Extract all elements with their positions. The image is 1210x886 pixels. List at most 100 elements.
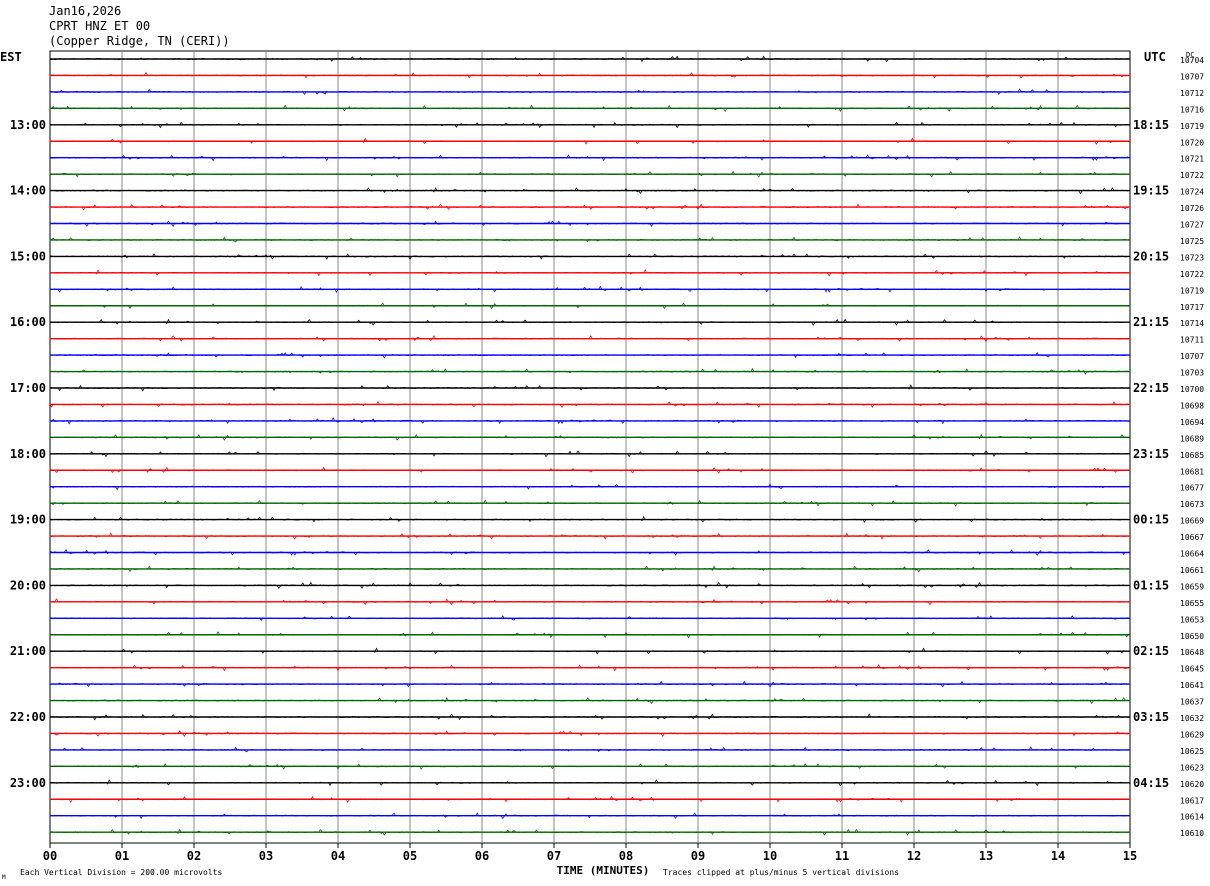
x-tick-label: 15 bbox=[1123, 849, 1137, 863]
dc-value: 10726 bbox=[1180, 204, 1204, 213]
dc-value: 10716 bbox=[1180, 105, 1204, 114]
seismic-traces bbox=[49, 55, 1130, 836]
right-time-label: 03:15 bbox=[1133, 710, 1169, 724]
dc-value: 10707 bbox=[1180, 72, 1204, 81]
dc-value: 10655 bbox=[1180, 599, 1204, 608]
trace-noise bbox=[49, 220, 1129, 228]
trace-noise bbox=[49, 170, 1129, 178]
dc-value: 10667 bbox=[1180, 533, 1204, 542]
right-time-label: 22:15 bbox=[1133, 381, 1169, 395]
dc-value: 10669 bbox=[1180, 517, 1204, 526]
x-axis-label: TIME (MINUTES) bbox=[557, 864, 650, 877]
dc-value: 10721 bbox=[1180, 155, 1204, 164]
dc-value: 10620 bbox=[1180, 780, 1204, 789]
x-tick-label: 01 bbox=[115, 849, 129, 863]
dc-value: 10722 bbox=[1180, 171, 1204, 180]
dc-value: 10727 bbox=[1180, 221, 1204, 230]
dc-value: 10722 bbox=[1180, 270, 1204, 279]
dc-value: 10664 bbox=[1180, 550, 1204, 559]
right-time-label: 00:15 bbox=[1133, 513, 1169, 527]
dc-value: 10673 bbox=[1180, 500, 1204, 509]
x-tick-label: 14 bbox=[1051, 849, 1065, 863]
dc-value: 10645 bbox=[1180, 665, 1204, 674]
left-time-label: 20:00 bbox=[10, 578, 46, 592]
dc-value: 10689 bbox=[1180, 434, 1204, 443]
left-time-label: 14:00 bbox=[10, 184, 46, 198]
trace-noise bbox=[49, 565, 1129, 573]
dc-value: 10648 bbox=[1180, 648, 1204, 657]
x-tick-label: 07 bbox=[547, 849, 561, 863]
right-time-label: 21:15 bbox=[1133, 315, 1169, 329]
left-time-label: 19:00 bbox=[10, 513, 46, 527]
trace-noise bbox=[49, 335, 1129, 343]
dc-value: 10632 bbox=[1180, 714, 1204, 723]
dc-value: 10617 bbox=[1180, 796, 1204, 805]
left-time-label: 16:00 bbox=[10, 315, 46, 329]
x-tick-label: 12 bbox=[907, 849, 921, 863]
dc-value: 10677 bbox=[1180, 484, 1204, 493]
dc-value: 10653 bbox=[1180, 615, 1204, 624]
clip-note: Traces clipped at plus/minus 5 vertical … bbox=[663, 868, 899, 877]
x-tick-label: 06 bbox=[475, 849, 489, 863]
helicorder-plot: 00 01 02 03 04 05 06 07 08 09 10 11 12 13 14 1510704107… bbox=[0, 50, 1204, 881]
x-tick-label: 00 bbox=[43, 849, 57, 863]
right-time-label: 18:15 bbox=[1133, 118, 1169, 132]
dc-value: 10698 bbox=[1180, 401, 1204, 410]
dc-value: 10717 bbox=[1180, 303, 1204, 312]
dc-value: 10720 bbox=[1180, 138, 1204, 147]
dc-value: 10637 bbox=[1180, 698, 1204, 707]
dc-value: 10711 bbox=[1180, 336, 1204, 345]
dc-value: 10681 bbox=[1180, 467, 1204, 476]
left-time-label: 13:00 bbox=[10, 118, 46, 132]
dc-value: 10685 bbox=[1180, 451, 1204, 460]
trace-noise bbox=[49, 71, 1129, 79]
x-tick-label: 03 bbox=[259, 849, 273, 863]
dc-value: 10723 bbox=[1180, 253, 1204, 262]
dc-value: 10719 bbox=[1180, 122, 1204, 131]
right-time-label: 04:15 bbox=[1133, 776, 1169, 790]
trace-noise bbox=[49, 384, 1129, 392]
est-label: EST bbox=[0, 50, 22, 64]
dc-value: 10614 bbox=[1180, 813, 1204, 822]
left-time-label: 17:00 bbox=[10, 381, 46, 395]
trace-noise bbox=[49, 400, 1129, 409]
dc-value: 10650 bbox=[1180, 632, 1204, 641]
x-tick-label: 09 bbox=[691, 849, 705, 863]
dc-value: 10719 bbox=[1180, 286, 1204, 295]
dc-value: 10610 bbox=[1180, 829, 1204, 838]
left-time-label: 22:00 bbox=[10, 710, 46, 724]
x-tick-label: 05 bbox=[403, 849, 417, 863]
right-time-label: 02:15 bbox=[1133, 644, 1169, 658]
dc-value: 10725 bbox=[1180, 237, 1204, 246]
dc-value: 10694 bbox=[1180, 418, 1204, 427]
trace-noise bbox=[49, 302, 1129, 310]
plot-frame bbox=[49, 50, 1131, 844]
left-time-label: 18:00 bbox=[10, 447, 46, 461]
scale-note: Each Vertical Division = 200.00 microvol… bbox=[20, 868, 222, 877]
plot-grid bbox=[49, 50, 1131, 848]
x-tick-label: 10 bbox=[763, 849, 777, 863]
left-time-label: 15:00 bbox=[10, 249, 46, 263]
dc-value: 10659 bbox=[1180, 582, 1204, 591]
left-time-label: 23:00 bbox=[10, 776, 46, 790]
dc-value: 10724 bbox=[1180, 188, 1204, 197]
corner-mark: M bbox=[2, 874, 6, 881]
trace-noise bbox=[49, 203, 1129, 211]
x-tick-label: 08 bbox=[619, 849, 633, 863]
left-time-label: 21:00 bbox=[10, 644, 46, 658]
x-tick-label: 13 bbox=[979, 849, 993, 863]
dc-value: 10703 bbox=[1180, 369, 1204, 378]
right-time-label: 20:15 bbox=[1133, 249, 1169, 263]
dc-value: 10623 bbox=[1180, 763, 1204, 772]
trace-noise bbox=[49, 680, 1129, 688]
trace-noise bbox=[49, 779, 1129, 787]
right-time-label: 01:15 bbox=[1133, 578, 1169, 592]
dc-value: 10712 bbox=[1180, 89, 1204, 98]
dc-value: 10625 bbox=[1180, 747, 1204, 756]
dc-value: 10700 bbox=[1180, 385, 1204, 394]
utc-label: UTC bbox=[1144, 50, 1166, 64]
x-tick-label: 04 bbox=[331, 849, 345, 863]
x-tick-label: 02 bbox=[187, 849, 201, 863]
x-tick-label: 11 bbox=[835, 849, 849, 863]
dc-label: DC bbox=[1186, 51, 1194, 59]
